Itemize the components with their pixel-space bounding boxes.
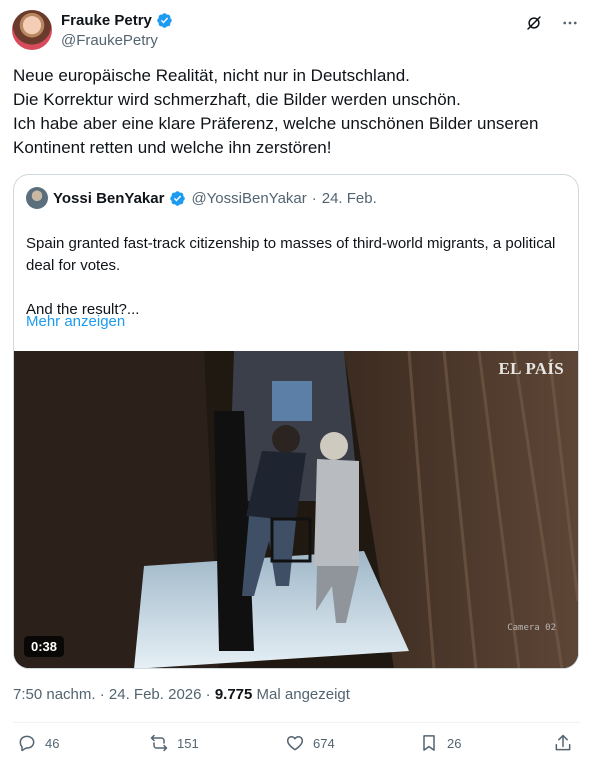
camera-label: Camera 02 <box>507 623 556 633</box>
author-display-name[interactable]: Frauke Petry <box>61 12 152 29</box>
author-block: Frauke Petry @FraukePetry <box>61 12 173 49</box>
quoted-text: Spain granted fast-track citizenship to … <box>26 235 556 318</box>
repost-button[interactable]: 151 <box>149 733 199 753</box>
verified-badge-icon <box>157 13 172 28</box>
video-frame <box>14 351 578 668</box>
author-name-row: Frauke Petry <box>61 12 173 29</box>
repost-icon <box>150 734 168 752</box>
quoted-date: 24. Feb. <box>321 189 377 207</box>
avatar[interactable] <box>12 10 52 50</box>
tweet-time[interactable]: 7:50 nachm. <box>13 686 96 703</box>
quoted-tweet[interactable]: Yossi BenYakar @YossiBenYakar · 24. Feb.… <box>13 174 579 669</box>
meta-separator: · <box>205 686 211 703</box>
reply-icon <box>19 735 35 752</box>
quoted-handle: @YossiBenYakar <box>191 189 307 207</box>
bookmark-icon <box>423 735 435 751</box>
video-player[interactable]: EL PAÍS Camera 02 0:38 <box>14 351 578 668</box>
tweet-date[interactable]: 24. Feb. 2026 <box>109 686 202 703</box>
divider <box>13 722 580 723</box>
repost-count: 151 <box>177 735 199 751</box>
quoted-separator: · <box>311 189 317 207</box>
reply-count: 46 <box>45 735 60 751</box>
share-icon <box>555 734 571 751</box>
share-button[interactable] <box>553 733 573 753</box>
meta-separator: · <box>99 686 105 703</box>
heart-icon <box>286 736 304 751</box>
verified-badge-icon <box>170 190 186 206</box>
tweet-text: Neue europäische Realität, nicht nur in … <box>13 66 539 157</box>
reply-button[interactable]: 46 <box>17 733 59 753</box>
video-duration: 0:38 <box>24 636 65 657</box>
action-bar: 46 151 674 26 <box>13 733 579 761</box>
tweet-meta: 7:50 nachm. · 24. Feb. 2026 · 9.775 Mal … <box>13 686 350 703</box>
show-more-link[interactable]: Mehr anzeigen <box>26 313 125 330</box>
grok-icon[interactable] <box>525 14 543 32</box>
views-label: Mal angezeigt <box>256 686 350 703</box>
header-actions <box>525 14 579 32</box>
bookmark-count: 26 <box>447 735 462 751</box>
views-count: 9.775 <box>214 686 253 703</box>
like-button[interactable]: 674 <box>285 733 335 753</box>
quoted-avatar <box>26 187 48 209</box>
bookmark-button[interactable]: 26 <box>419 733 461 753</box>
more-icon[interactable] <box>561 14 579 32</box>
video-watermark: EL PAÍS <box>498 359 564 378</box>
quoted-display-name: Yossi BenYakar <box>53 189 165 207</box>
author-handle[interactable]: @FraukePetry <box>61 32 173 49</box>
quoted-header: Yossi BenYakar @YossiBenYakar · 24. Feb. <box>26 187 377 209</box>
like-count: 674 <box>313 735 335 751</box>
tweet-header: Frauke Petry @FraukePetry <box>12 10 581 54</box>
